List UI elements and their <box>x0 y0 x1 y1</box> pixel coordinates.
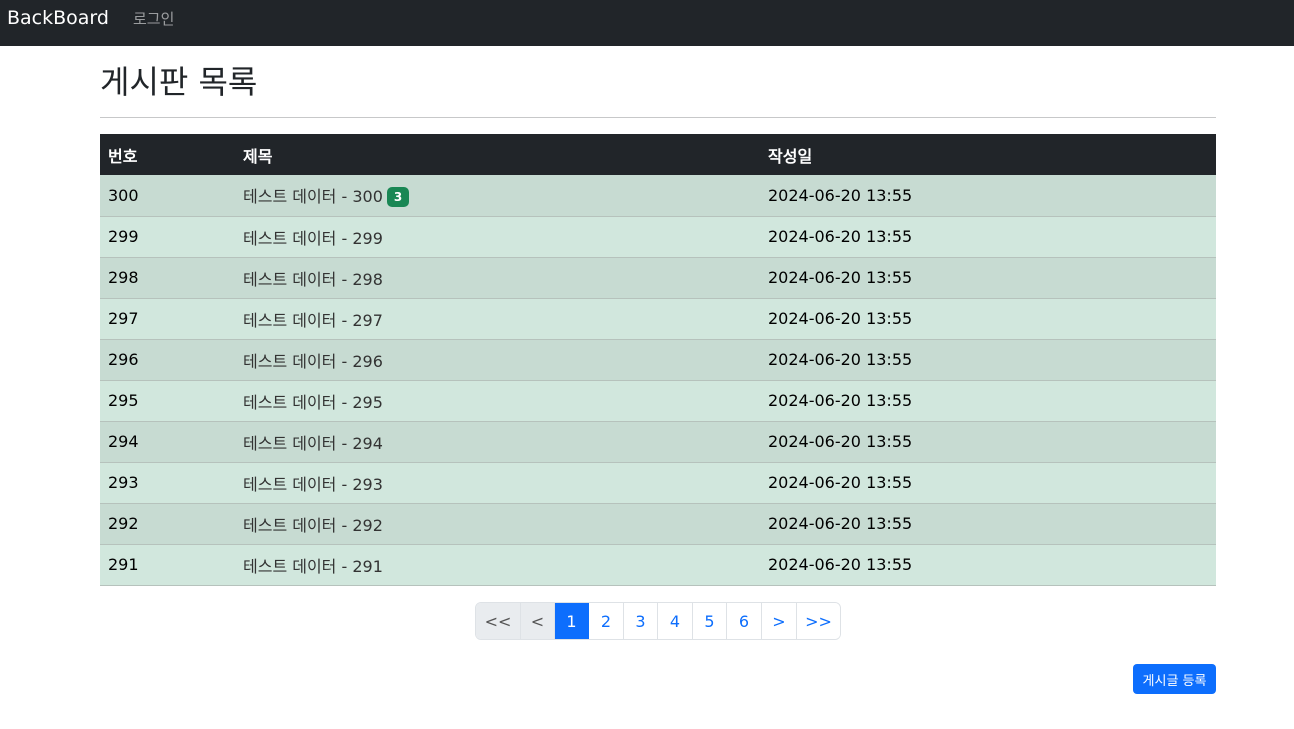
post-title-link[interactable]: 테스트 데이터 - 298 <box>243 270 383 289</box>
table-row[interactable]: 292 테스트 데이터 - 292 2024-06-20 13:55 <box>100 503 1216 544</box>
row-title-cell: 테스트 데이터 - 292 <box>235 503 760 544</box>
page-1-button[interactable]: 1 <box>555 603 589 639</box>
table-row[interactable]: 296 테스트 데이터 - 296 2024-06-20 13:55 <box>100 339 1216 380</box>
post-title-link[interactable]: 테스트 데이터 - 294 <box>243 434 383 453</box>
post-title-link[interactable]: 테스트 데이터 - 296 <box>243 352 383 371</box>
pagination: << < 1 2 3 4 5 6 > >> <box>475 602 841 640</box>
table-row[interactable]: 299 테스트 데이터 - 299 2024-06-20 13:55 <box>100 216 1216 257</box>
row-number: 299 <box>108 227 139 246</box>
table-row[interactable]: 294 테스트 데이터 - 294 2024-06-20 13:55 <box>100 421 1216 462</box>
table-row[interactable]: 293 테스트 데이터 - 293 2024-06-20 13:55 <box>100 462 1216 503</box>
row-date: 2024-06-20 13:55 <box>768 432 913 451</box>
post-title-link[interactable]: 테스트 데이터 - 300 <box>243 187 383 206</box>
post-title-link[interactable]: 테스트 데이터 - 293 <box>243 475 383 494</box>
header-no: 번호 <box>108 146 138 166</box>
page-last-button[interactable]: >> <box>797 603 840 639</box>
row-date: 2024-06-20 13:55 <box>768 309 913 328</box>
title-divider <box>100 117 1216 118</box>
header-title: 제목 <box>243 146 273 166</box>
row-date: 2024-06-20 13:55 <box>768 555 913 574</box>
row-date: 2024-06-20 13:55 <box>768 185 913 205</box>
page-first-button[interactable]: << <box>476 603 521 639</box>
table-row[interactable]: 297 테스트 데이터 - 297 2024-06-20 13:55 <box>100 298 1216 339</box>
post-title-link[interactable]: 테스트 데이터 - 299 <box>243 229 383 248</box>
post-title-link[interactable]: 테스트 데이터 - 292 <box>243 516 383 535</box>
row-title-cell: 테스트 데이터 - 295 <box>235 380 760 421</box>
table-header: 번호 제목 작성일 <box>100 134 1216 175</box>
row-number: 293 <box>108 473 139 492</box>
row-number: 291 <box>108 555 139 574</box>
row-title-cell: 테스트 데이터 - 293 <box>235 462 760 503</box>
row-title-cell: 테스트 데이터 - 294 <box>235 421 760 462</box>
row-number: 297 <box>108 309 139 328</box>
row-title-cell: 테스트 데이터 - 291 <box>235 544 760 585</box>
post-title-link[interactable]: 테스트 데이터 - 295 <box>243 393 383 412</box>
board-table: 번호 제목 작성일 300 테스트 데이터 - 300 3 2024-06-20 13… <box>100 134 1216 586</box>
table-row[interactable]: 300 테스트 데이터 - 300 3 2024-06-20 13:55 <box>100 175 1216 216</box>
row-date: 2024-06-20 13:55 <box>768 350 913 369</box>
row-number: 298 <box>108 268 139 287</box>
row-number: 296 <box>108 350 139 369</box>
row-date: 2024-06-20 13:55 <box>768 473 913 492</box>
row-title-cell: 테스트 데이터 - 296 <box>235 339 760 380</box>
brand-link[interactable]: BackBoard <box>7 9 109 28</box>
row-title-cell: 테스트 데이터 - 297 <box>235 298 760 339</box>
page-4-button[interactable]: 4 <box>658 603 693 639</box>
row-number: 292 <box>108 514 139 533</box>
login-link[interactable]: 로그인 <box>133 8 174 29</box>
reply-count-badge: 3 <box>386 187 410 208</box>
table-row[interactable]: 291 테스트 데이터 - 291 2024-06-20 13:55 <box>100 544 1216 585</box>
top-navbar: BackBoard 로그인 <box>0 0 1294 46</box>
main-container: 게시판 목록 번호 제목 작성일 300 테스트 데이터 - 300 3 2024-0… <box>100 46 1216 586</box>
page-2-button[interactable]: 2 <box>589 603 624 639</box>
page-5-button[interactable]: 5 <box>693 603 727 639</box>
page-next-button[interactable]: > <box>762 603 797 639</box>
row-date: 2024-06-20 13:55 <box>768 268 913 287</box>
row-title-cell: 테스트 데이터 - 300 3 <box>235 175 760 216</box>
table-row[interactable]: 298 테스트 데이터 - 298 2024-06-20 13:55 <box>100 257 1216 298</box>
row-number: 294 <box>108 432 139 451</box>
page-prev-button[interactable]: < <box>521 603 555 639</box>
header-row: 번호 제목 작성일 <box>100 134 1216 175</box>
row-date: 2024-06-20 13:55 <box>768 514 913 533</box>
row-number: 300 <box>108 185 139 205</box>
row-number: 295 <box>108 391 139 410</box>
write-post-button[interactable]: 게시글 등록 <box>1133 664 1216 694</box>
page-3-button[interactable]: 3 <box>624 603 658 639</box>
row-title-cell: 테스트 데이터 - 299 <box>235 216 760 257</box>
row-date: 2024-06-20 13:55 <box>768 391 913 410</box>
table-row[interactable]: 295 테스트 데이터 - 295 2024-06-20 13:55 <box>100 380 1216 421</box>
post-title-link[interactable]: 테스트 데이터 - 297 <box>243 311 383 330</box>
table-body: 300 테스트 데이터 - 300 3 2024-06-20 13:55 299 테스트 … <box>100 175 1216 585</box>
row-date: 2024-06-20 13:55 <box>768 227 913 246</box>
page-6-button[interactable]: 6 <box>727 603 762 639</box>
row-title-cell: 테스트 데이터 - 298 <box>235 257 760 298</box>
header-date: 작성일 <box>768 146 813 166</box>
page-title: 게시판 목록 <box>100 63 258 101</box>
post-title-link[interactable]: 테스트 데이터 - 291 <box>243 557 383 576</box>
